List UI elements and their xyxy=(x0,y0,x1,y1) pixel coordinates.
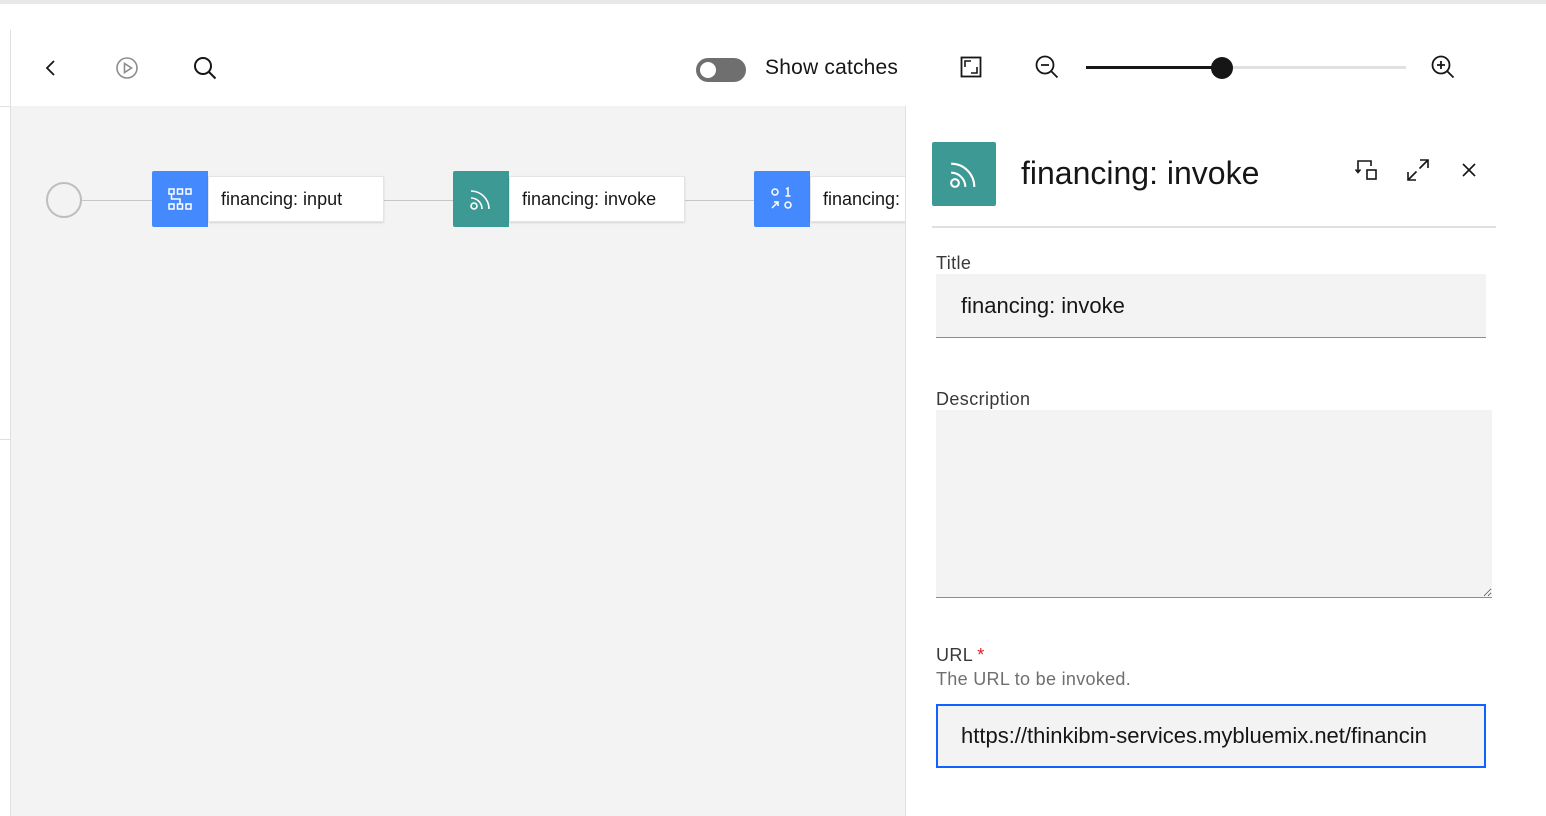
play-circle-icon xyxy=(116,57,138,79)
slider-fill xyxy=(1086,66,1222,69)
gutter-tick xyxy=(0,106,10,107)
fit-to-screen-icon xyxy=(960,56,982,78)
rss-feed-icon xyxy=(950,162,976,188)
data-map-icon xyxy=(168,188,192,210)
url-label-text: URL xyxy=(936,645,974,665)
start-node[interactable] xyxy=(46,182,82,218)
properties-panel: financing: invoke Title Description URL*… xyxy=(905,106,1546,816)
rss-feed-icon xyxy=(470,190,490,210)
description-field-label: Description xyxy=(936,389,1031,409)
gutter-tick xyxy=(0,439,10,440)
node-icon-box xyxy=(453,171,509,227)
panel-title: financing: invoke xyxy=(1021,155,1260,191)
title-field[interactable] xyxy=(936,274,1486,338)
zoom-in-icon xyxy=(1431,55,1455,79)
swap-button[interactable] xyxy=(1347,150,1387,190)
required-marker: * xyxy=(977,645,985,665)
back-button[interactable] xyxy=(31,48,71,88)
close-icon xyxy=(1462,163,1476,177)
flow-node-input[interactable]: financing: input xyxy=(152,171,384,227)
zoom-out-icon xyxy=(1035,55,1059,79)
panel-node-icon-box xyxy=(932,142,996,206)
flow-toolbar: Show catches xyxy=(11,30,1546,106)
connector xyxy=(684,200,754,201)
show-catches-label: Show catches xyxy=(765,56,899,79)
flow-node-parse[interactable]: financing: xyxy=(754,171,905,227)
node-icon-box xyxy=(152,171,208,227)
run-button[interactable] xyxy=(107,48,147,88)
node-label: financing: input xyxy=(208,176,384,222)
description-field[interactable] xyxy=(936,410,1492,598)
url-field[interactable] xyxy=(936,704,1486,768)
parse-icon xyxy=(771,186,792,209)
node-label: financing: invoke xyxy=(509,176,685,222)
slider-thumb[interactable] xyxy=(1211,57,1233,79)
maximize-button[interactable] xyxy=(1398,150,1438,190)
flow-node-invoke[interactable]: financing: invoke xyxy=(453,171,685,227)
url-helper-text: The URL to be invoked. xyxy=(936,669,1132,689)
node-label: financing: xyxy=(810,176,905,222)
zoom-in-button[interactable] xyxy=(1423,47,1463,87)
top-border xyxy=(0,0,1546,4)
panel-divider xyxy=(932,226,1496,228)
flow-canvas[interactable]: financing: input financing: invoke finan… xyxy=(11,106,905,816)
node-icon-box xyxy=(754,171,810,227)
swap-icon xyxy=(1354,160,1377,180)
zoom-out-button[interactable] xyxy=(1027,47,1067,87)
search-icon xyxy=(194,57,217,80)
fit-to-screen-button[interactable] xyxy=(951,47,991,87)
title-field-label: Title xyxy=(936,253,972,273)
connector xyxy=(383,200,453,201)
maximize-icon xyxy=(1407,159,1429,181)
url-field-label: URL * xyxy=(936,645,985,666)
chevron-left-icon xyxy=(45,60,55,76)
close-button[interactable] xyxy=(1449,150,1489,190)
search-button[interactable] xyxy=(185,48,225,88)
show-catches-toggle[interactable] xyxy=(696,58,746,82)
zoom-slider[interactable] xyxy=(1086,56,1406,80)
toggle-knob xyxy=(700,62,716,78)
connector xyxy=(82,200,152,201)
